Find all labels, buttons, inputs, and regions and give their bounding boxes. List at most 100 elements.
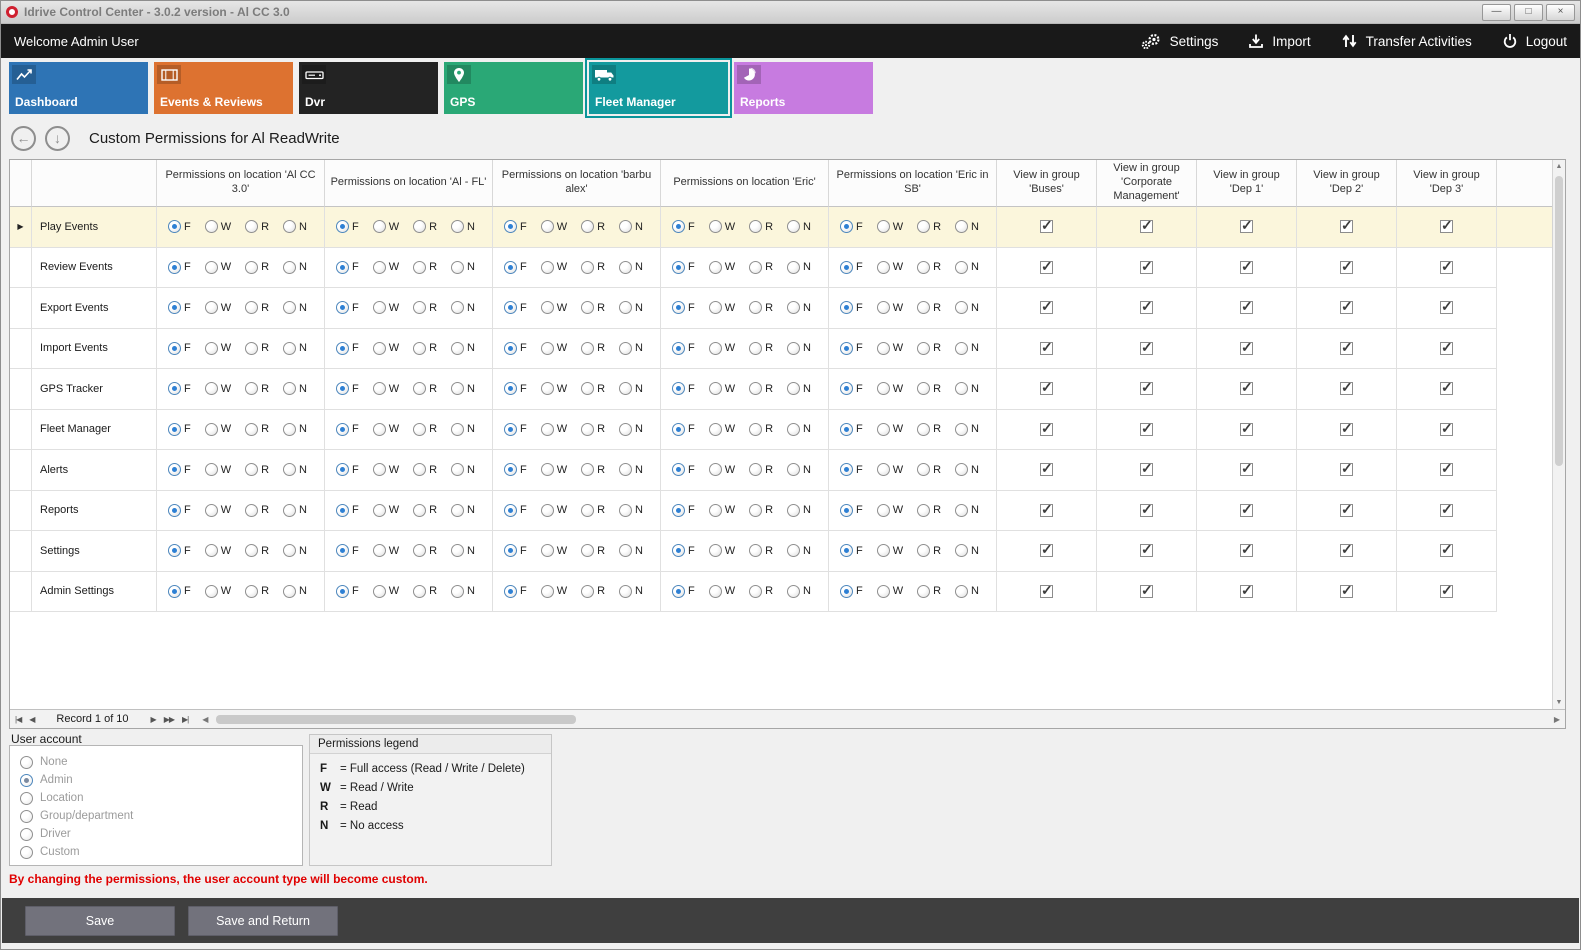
radio-f-icon[interactable] xyxy=(672,504,685,517)
radio-r-icon[interactable] xyxy=(581,382,594,395)
group-view-checkbox[interactable] xyxy=(1040,261,1053,274)
radio-w-icon[interactable] xyxy=(373,585,386,598)
group-view-checkbox[interactable] xyxy=(1440,423,1453,436)
radio-option-r[interactable]: R xyxy=(917,463,941,476)
radio-option-r[interactable]: R xyxy=(581,544,605,557)
radio-option-w[interactable]: W xyxy=(877,423,903,436)
radio-n-icon[interactable] xyxy=(955,423,968,436)
save-button[interactable]: Save xyxy=(25,906,175,936)
radio-option-f[interactable]: F xyxy=(168,423,191,436)
group-view-checkbox[interactable] xyxy=(1440,585,1453,598)
permission-name[interactable]: Review Events xyxy=(32,248,157,289)
radio-option-n[interactable]: N xyxy=(283,423,307,436)
radio-f-icon[interactable] xyxy=(336,261,349,274)
radio-r-icon[interactable] xyxy=(917,220,930,233)
vertical-scrollbar-thumb[interactable] xyxy=(1555,176,1563,466)
row-indicator-cell[interactable] xyxy=(10,329,32,370)
radio-option-w[interactable]: W xyxy=(205,504,231,517)
horizontal-scrollbar[interactable]: ◀ ▶ xyxy=(202,713,1560,726)
radio-w-icon[interactable] xyxy=(373,423,386,436)
radio-f-icon[interactable] xyxy=(672,585,685,598)
radio-w-icon[interactable] xyxy=(205,261,218,274)
radio-option-r[interactable]: R xyxy=(413,301,437,314)
radio-w-icon[interactable] xyxy=(541,220,554,233)
radio-option-f[interactable]: F xyxy=(168,544,191,557)
radio-f-icon[interactable] xyxy=(504,423,517,436)
radio-option-w[interactable]: W xyxy=(373,301,399,314)
radio-w-icon[interactable] xyxy=(205,342,218,355)
permission-name[interactable]: Play Events xyxy=(32,207,157,248)
radio-option-r[interactable]: R xyxy=(749,504,773,517)
radio-option-n[interactable]: N xyxy=(451,544,475,557)
radio-option-w[interactable]: W xyxy=(205,220,231,233)
radio-option-f[interactable]: F xyxy=(336,504,359,517)
radio-w-icon[interactable] xyxy=(877,423,890,436)
radio-option-w[interactable]: W xyxy=(541,423,567,436)
down-icon[interactable]: ↓ xyxy=(45,126,70,151)
radio-n-icon[interactable] xyxy=(955,342,968,355)
radio-option-w[interactable]: W xyxy=(205,423,231,436)
radio-option-r[interactable]: R xyxy=(749,342,773,355)
row-indicator-cell[interactable] xyxy=(10,531,32,572)
radio-r-icon[interactable] xyxy=(245,423,258,436)
radio-option-f[interactable]: F xyxy=(336,423,359,436)
group-view-checkbox[interactable] xyxy=(1040,423,1053,436)
radio-option-w[interactable]: W xyxy=(541,585,567,598)
radio-option-r[interactable]: R xyxy=(245,301,269,314)
group-view-checkbox[interactable] xyxy=(1140,585,1153,598)
radio-option-r[interactable]: R xyxy=(245,423,269,436)
radio-option-r[interactable]: R xyxy=(749,585,773,598)
radio-r-icon[interactable] xyxy=(245,220,258,233)
radio-f-icon[interactable] xyxy=(840,382,853,395)
group-view-checkbox[interactable] xyxy=(1240,585,1253,598)
radio-f-icon[interactable] xyxy=(504,342,517,355)
radio-n-icon[interactable] xyxy=(955,220,968,233)
radio-option-r[interactable]: R xyxy=(413,382,437,395)
radio-option-w[interactable]: W xyxy=(205,301,231,314)
radio-option-r[interactable]: R xyxy=(245,544,269,557)
radio-option-f[interactable]: F xyxy=(168,261,191,274)
row-indicator-cell[interactable] xyxy=(10,410,32,451)
group-view-checkbox[interactable] xyxy=(1340,382,1353,395)
group-view-checkbox[interactable] xyxy=(1240,504,1253,517)
radio-option-f[interactable]: F xyxy=(504,301,527,314)
radio-option-r[interactable]: R xyxy=(917,220,941,233)
radio-f-icon[interactable] xyxy=(168,301,181,314)
radio-r-icon[interactable] xyxy=(917,301,930,314)
radio-r-icon[interactable] xyxy=(749,301,762,314)
radio-option-r[interactable]: R xyxy=(413,463,437,476)
radio-option-r[interactable]: R xyxy=(749,463,773,476)
radio-option-w[interactable]: W xyxy=(541,301,567,314)
permission-name[interactable]: Reports xyxy=(32,491,157,532)
radio-option-w[interactable]: W xyxy=(373,382,399,395)
radio-w-icon[interactable] xyxy=(709,220,722,233)
radio-option-w[interactable]: W xyxy=(373,504,399,517)
group-view-checkbox[interactable] xyxy=(1340,463,1353,476)
radio-option-n[interactable]: N xyxy=(619,342,643,355)
group-view-checkbox[interactable] xyxy=(1440,463,1453,476)
radio-f-icon[interactable] xyxy=(336,585,349,598)
radio-option-n[interactable]: N xyxy=(787,585,811,598)
radio-option-r[interactable]: R xyxy=(917,423,941,436)
radio-w-icon[interactable] xyxy=(877,382,890,395)
radio-option-r[interactable]: R xyxy=(917,301,941,314)
radio-r-icon[interactable] xyxy=(413,342,426,355)
radio-f-icon[interactable] xyxy=(504,301,517,314)
radio-n-icon[interactable] xyxy=(283,504,296,517)
radio-option-r[interactable]: R xyxy=(581,261,605,274)
radio-option-n[interactable]: N xyxy=(451,261,475,274)
radio-option-n[interactable]: N xyxy=(283,261,307,274)
radio-option-f[interactable]: F xyxy=(168,504,191,517)
radio-r-icon[interactable] xyxy=(917,382,930,395)
radio-n-icon[interactable] xyxy=(283,220,296,233)
radio-w-icon[interactable] xyxy=(541,301,554,314)
row-indicator-cell[interactable]: ▶ xyxy=(10,207,32,248)
radio-option-n[interactable]: N xyxy=(955,423,979,436)
radio-r-icon[interactable] xyxy=(413,504,426,517)
radio-n-icon[interactable] xyxy=(451,423,464,436)
radio-r-icon[interactable] xyxy=(917,544,930,557)
radio-option-r[interactable]: R xyxy=(245,342,269,355)
radio-option-n[interactable]: N xyxy=(787,382,811,395)
group-view-checkbox[interactable] xyxy=(1340,504,1353,517)
radio-option-n[interactable]: N xyxy=(787,423,811,436)
